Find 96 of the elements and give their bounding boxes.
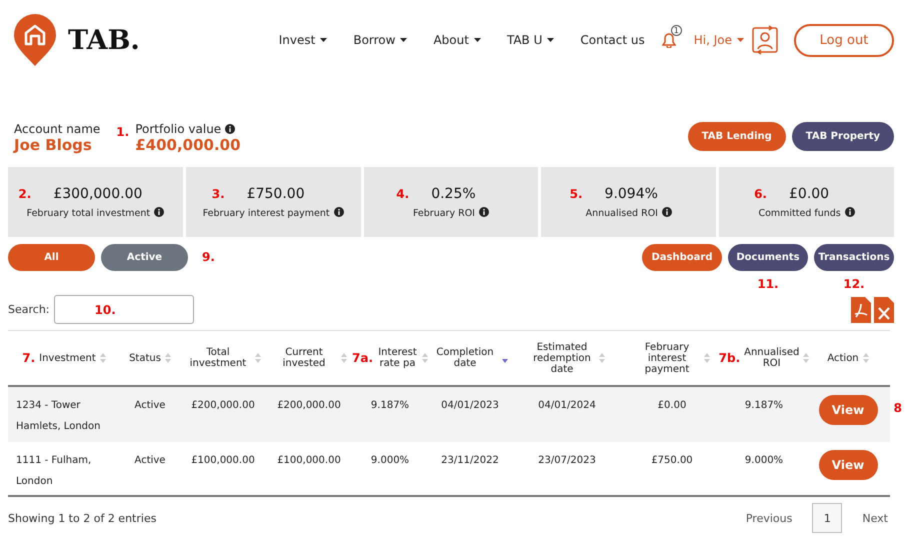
table-cell-text: Active	[134, 399, 166, 413]
entries-info: Showing 1 to 2 of 2 entries	[8, 512, 156, 524]
annotation-marker: 9.	[202, 250, 215, 264]
notification-badge: 1	[670, 25, 682, 36]
column-header[interactable]: Annualised ROI	[744, 347, 800, 369]
table-cell-text: 23/11/2022	[440, 454, 500, 468]
annotation-marker: 2.	[18, 186, 32, 200]
annotation-marker: 8	[894, 401, 902, 415]
column-header[interactable]: Status	[129, 352, 161, 364]
annotation-marker: 10.	[94, 302, 116, 316]
table-cell-text: £750.00	[650, 454, 694, 468]
table-cell-text: 9.000%	[370, 454, 410, 468]
brand-name: TAB.	[68, 24, 140, 56]
logo-icon[interactable]	[14, 14, 56, 66]
info-icon	[844, 206, 855, 216]
annotation-marker: 1.	[116, 125, 130, 141]
table-cell-text: 23/07/2023	[537, 454, 597, 468]
column-header[interactable]: February interest payment	[634, 342, 700, 374]
bell-icon[interactable]	[662, 32, 676, 48]
logout-button[interactable]: Log out	[794, 24, 894, 56]
stat-label: February interest payment	[202, 208, 330, 218]
filter-button[interactable]: All	[8, 244, 95, 271]
info-icon	[225, 124, 236, 134]
next-link[interactable]: Next	[856, 512, 894, 524]
annotation-marker: 7a.	[352, 351, 374, 365]
caret-icon	[400, 38, 408, 42]
account-switch-icon[interactable]	[752, 25, 778, 55]
table-cell-text: 04/01/2023	[440, 399, 500, 413]
account-name: Joe Blogs	[14, 136, 93, 154]
info-icon	[662, 206, 672, 216]
column-header[interactable]: Current invested	[271, 347, 337, 369]
stat-value: £750.00	[246, 186, 305, 202]
caret-icon	[320, 38, 328, 42]
table-cell-text: 04/01/2024	[537, 399, 597, 413]
nav-link[interactable]: Contact us	[567, 33, 658, 47]
pdf-export-icon[interactable]	[851, 296, 871, 322]
table-cell-text: £100,000.00	[190, 454, 256, 468]
annotation-marker: 11.	[757, 277, 779, 291]
annotation-marker: 6.	[754, 186, 767, 200]
stat-value: 9.094%	[604, 186, 658, 202]
nav-link[interactable]: TAB U	[494, 33, 568, 47]
table-cell-text: 9.187%	[370, 399, 410, 413]
stat-value: 0.25%	[431, 186, 476, 202]
portfolio-value: £400,000.00	[135, 136, 241, 154]
column-header[interactable]: Completion date	[432, 347, 498, 369]
search-field[interactable]: 10.	[54, 295, 194, 324]
stat-label: February total investment	[26, 208, 150, 218]
stat-label: Committed funds	[758, 208, 841, 218]
product-button[interactable]: TAB Property	[792, 122, 894, 151]
excel-export-icon[interactable]	[874, 296, 894, 322]
annotation-marker: 7.	[22, 351, 36, 365]
table-cell-text: £200,000.00	[276, 399, 342, 413]
stat-value: £0.00	[789, 186, 830, 202]
action-button[interactable]: Dashboard	[642, 244, 722, 271]
caret-icon	[737, 38, 744, 42]
caret-icon	[547, 38, 554, 42]
table-cell-text: £200,000.00	[190, 399, 256, 413]
table-cell-text: 1234 - Tower Hamlets, London	[15, 399, 102, 434]
column-header[interactable]: Estimated redemption date	[529, 342, 595, 374]
annotation-marker: 7b.	[718, 351, 740, 365]
nav-link[interactable]: Invest	[266, 33, 340, 47]
page-button[interactable]: 1	[812, 503, 842, 533]
view-button[interactable]: View	[818, 450, 878, 480]
info-icon	[334, 206, 344, 216]
previous-link[interactable]: Previous	[740, 512, 798, 524]
nav-link[interactable]: Borrow	[340, 33, 420, 47]
annotation-marker: 12.	[843, 277, 865, 291]
column-header[interactable]: Interest rate pa	[377, 347, 418, 369]
annotation-marker: 5.	[570, 186, 583, 200]
caret-icon	[474, 38, 481, 42]
user-menu[interactable]: Hi, Joe	[686, 33, 752, 47]
annotation-marker: 3.	[212, 186, 225, 200]
table-cell-text: £0.00	[656, 399, 688, 413]
product-button[interactable]: TAB Lending	[688, 122, 786, 151]
annotation-marker: 4.	[396, 186, 410, 200]
filter-button[interactable]: Active	[101, 244, 188, 271]
action-button[interactable]: Transactions	[814, 244, 894, 271]
column-header[interactable]: Total investment	[185, 347, 251, 369]
account-name-label: Account name	[14, 122, 100, 136]
table-cell-text: Active	[134, 454, 166, 468]
stat-label: February ROI	[412, 208, 475, 218]
column-header[interactable]: Action	[827, 352, 859, 364]
stat-value: £300,000.00	[53, 186, 142, 202]
info-icon	[478, 206, 489, 216]
view-button[interactable]: View	[818, 395, 878, 425]
portfolio-value-label: Portfolio value	[135, 122, 241, 136]
stat-label: Annualised ROI	[586, 208, 658, 218]
table-cell-text: 9.000%	[744, 454, 784, 468]
action-button[interactable]: Documents	[728, 244, 808, 271]
search-label: Search:	[8, 303, 50, 316]
table-cell-text: 9.187%	[744, 399, 784, 413]
column-header[interactable]: Investment	[39, 352, 96, 364]
info-icon	[154, 206, 164, 216]
table-cell-text: £100,000.00	[276, 454, 342, 468]
nav-link[interactable]: About	[420, 33, 494, 47]
table-cell-text: 1111 - Fulham, London	[15, 454, 92, 489]
